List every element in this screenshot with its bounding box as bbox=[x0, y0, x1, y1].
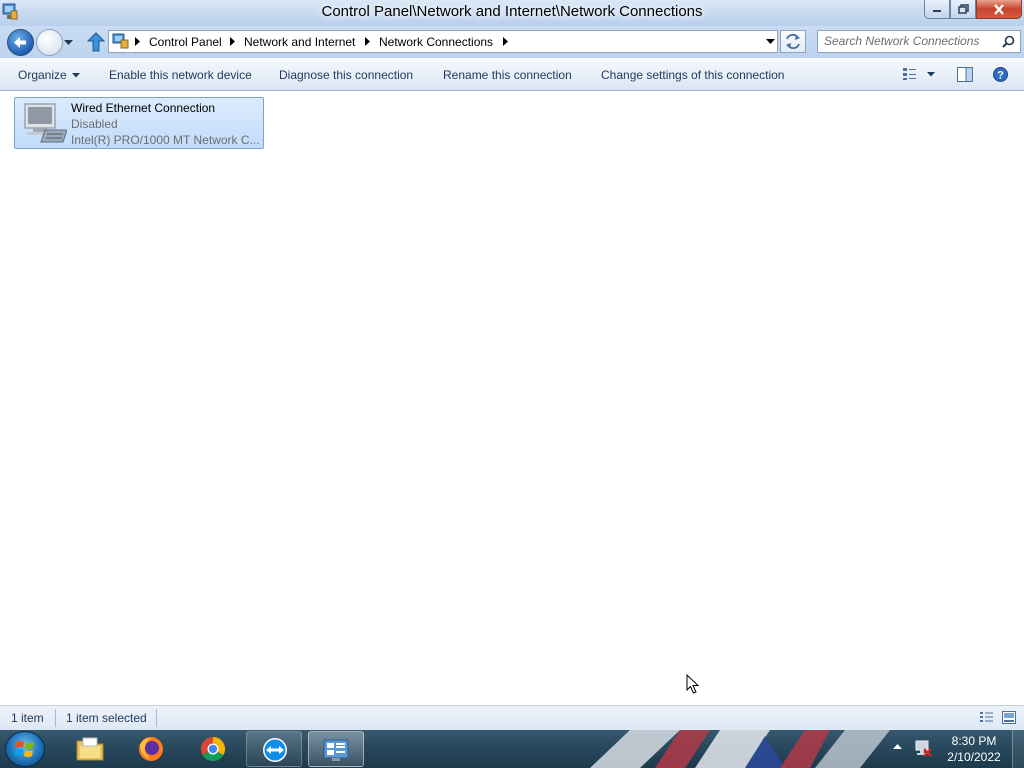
diagnose-button[interactable]: Diagnose this connection bbox=[279, 68, 413, 82]
forward-button[interactable] bbox=[36, 29, 63, 56]
details-view-icon[interactable] bbox=[979, 711, 994, 724]
breadcrumb-network-and-internet[interactable]: Network and Internet bbox=[244, 35, 355, 49]
firefox-icon bbox=[139, 737, 163, 761]
connection-name: Wired Ethernet Connection bbox=[71, 101, 216, 115]
navigation-bar: Control Panel Network and Internet Netwo… bbox=[0, 26, 1024, 58]
connection-status: Disabled bbox=[71, 117, 118, 131]
taskbar-explorer[interactable] bbox=[62, 731, 118, 767]
title-bar[interactable]: Control Panel\Network and Internet\Netwo… bbox=[0, 0, 1024, 26]
selected-count: 1 item selected bbox=[66, 711, 147, 725]
address-bar[interactable]: Control Panel Network and Internet Netwo… bbox=[108, 30, 778, 53]
control-panel-icon bbox=[323, 739, 349, 761]
connection-device: Intel(R) PRO/1000 MT Network C... bbox=[71, 133, 260, 147]
windows-logo-icon bbox=[14, 741, 34, 757]
start-button[interactable] bbox=[5, 731, 45, 767]
address-history-dropdown-icon[interactable] bbox=[766, 39, 775, 45]
breadcrumb-chevron-icon[interactable] bbox=[503, 37, 509, 46]
command-bar: Organize Enable this network device Diag… bbox=[0, 58, 1024, 91]
back-arrow-icon bbox=[14, 37, 26, 48]
breadcrumb-control-panel[interactable]: Control Panel bbox=[149, 35, 222, 49]
svg-text:?: ? bbox=[997, 70, 1004, 82]
close-button[interactable] bbox=[976, 0, 1022, 19]
breadcrumb-network-connections[interactable]: Network Connections bbox=[379, 35, 493, 49]
large-icons-view-icon[interactable] bbox=[1002, 711, 1016, 724]
network-connection-item[interactable]: Wired Ethernet Connection Disabled Intel… bbox=[14, 97, 264, 149]
organize-label: Organize bbox=[18, 68, 67, 82]
refresh-icon bbox=[786, 33, 800, 50]
folder-icon bbox=[76, 737, 104, 761]
breadcrumb-chevron-icon[interactable] bbox=[230, 37, 236, 46]
clock-date: 2/10/2022 bbox=[947, 750, 1001, 764]
clock-time: 8:30 PM bbox=[951, 734, 997, 748]
minimize-button[interactable] bbox=[924, 0, 950, 19]
back-button[interactable] bbox=[7, 29, 34, 56]
chrome-icon bbox=[200, 737, 226, 762]
status-divider bbox=[156, 709, 157, 727]
desktop-wallpaper-strip bbox=[590, 730, 890, 768]
show-hidden-icons-icon[interactable] bbox=[893, 744, 902, 750]
status-divider bbox=[55, 709, 56, 727]
system-clock[interactable]: 8:30 PM 2/10/2022 bbox=[938, 733, 1010, 765]
taskbar: 8:30 PM 2/10/2022 bbox=[0, 730, 1024, 768]
teamviewer-icon bbox=[263, 738, 287, 762]
search-box[interactable] bbox=[817, 30, 1021, 53]
control-panel-icon bbox=[112, 33, 129, 49]
restore-button[interactable] bbox=[950, 0, 976, 19]
taskbar-teamviewer[interactable] bbox=[246, 731, 302, 767]
organize-menu[interactable]: Organize bbox=[18, 68, 80, 82]
taskbar-firefox[interactable] bbox=[123, 731, 179, 767]
enable-device-button[interactable]: Enable this network device bbox=[109, 68, 252, 82]
breadcrumb-chevron-icon[interactable] bbox=[365, 37, 371, 46]
help-icon[interactable]: ? bbox=[993, 67, 1008, 82]
search-icon[interactable] bbox=[1002, 35, 1015, 48]
item-count: 1 item bbox=[11, 711, 44, 725]
change-settings-button[interactable]: Change settings of this connection bbox=[601, 68, 784, 82]
window-title: Control Panel\Network and Internet\Netwo… bbox=[321, 3, 703, 20]
taskbar-chrome[interactable] bbox=[185, 731, 241, 767]
change-view-icon[interactable] bbox=[902, 67, 918, 81]
refresh-button[interactable] bbox=[780, 30, 806, 53]
minimize-icon bbox=[933, 10, 941, 12]
network-disconnected-icon[interactable] bbox=[914, 740, 932, 757]
search-input[interactable] bbox=[824, 34, 994, 48]
file-list[interactable]: Wired Ethernet Connection Disabled Intel… bbox=[0, 91, 1024, 705]
taskbar-network-connections[interactable] bbox=[308, 731, 364, 767]
restore-icon bbox=[957, 4, 969, 14]
mouse-cursor-icon bbox=[686, 674, 700, 694]
view-options-dropdown-icon[interactable] bbox=[927, 72, 935, 77]
show-desktop-button[interactable] bbox=[1012, 730, 1024, 768]
rename-button[interactable]: Rename this connection bbox=[443, 68, 572, 82]
recent-pages-dropdown-icon[interactable] bbox=[64, 40, 73, 46]
network-adapter-icon bbox=[24, 103, 67, 143]
close-icon bbox=[994, 3, 1004, 15]
breadcrumb-chevron-icon[interactable] bbox=[135, 37, 141, 46]
up-level-icon[interactable] bbox=[87, 32, 105, 52]
preview-pane-icon[interactable] bbox=[957, 67, 973, 82]
chevron-down-icon bbox=[71, 73, 80, 78]
status-bar: 1 item 1 item selected bbox=[0, 705, 1024, 730]
window-controls bbox=[924, 0, 1022, 20]
